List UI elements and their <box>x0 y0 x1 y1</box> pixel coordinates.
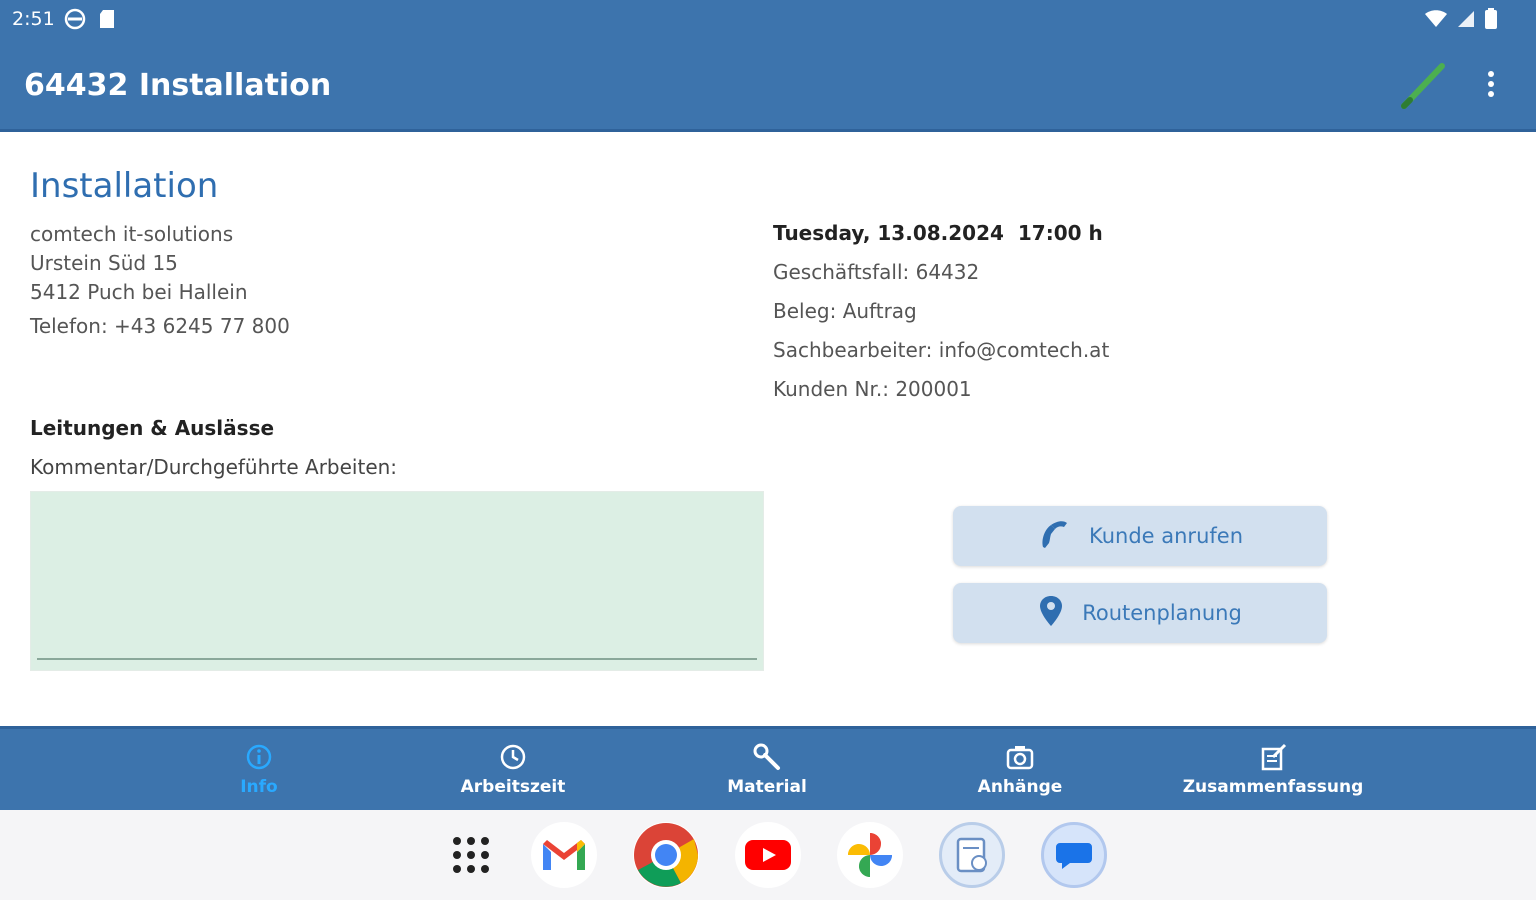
call-customer-label: Kunde anrufen <box>1088 524 1243 548</box>
order-heading: Installation <box>30 166 219 206</box>
tab-anhaenge[interactable]: Anhänge <box>910 743 1130 797</box>
comment-input[interactable] <box>30 491 764 671</box>
customer-address: comtech it-solutions Urstein Süd 15 5412… <box>30 220 248 307</box>
address-line: 5412 Puch bei Hallein <box>30 280 248 304</box>
tab-label: Anhänge <box>977 777 1063 797</box>
call-customer-button[interactable]: Kunde anrufen <box>953 506 1327 566</box>
route-planning-button[interactable]: Routenplanung <box>953 583 1327 643</box>
status-bar: 2:51 <box>0 0 1536 40</box>
tab-label: Zusammenfassung <box>1182 777 1364 797</box>
files-icon[interactable] <box>939 822 1005 888</box>
address-line: Urstein Süd 15 <box>30 251 178 275</box>
tab-label: Material <box>727 777 807 797</box>
location-pin-icon <box>1038 594 1064 633</box>
tab-label: Info <box>240 777 278 797</box>
sync-icon <box>64 8 86 34</box>
messages-icon[interactable] <box>1041 822 1107 888</box>
comment-underline <box>37 658 757 660</box>
wrench-icon <box>753 743 781 771</box>
order-date-value: Tuesday, 13.08.2024 <box>773 221 1004 245</box>
bottom-navigation: Info Arbeitszeit Material Anhänge Zusamm… <box>0 726 1536 810</box>
overflow-menu-icon[interactable] <box>1476 66 1506 106</box>
youtube-icon[interactable] <box>735 822 801 888</box>
doc-value: Auftrag <box>842 299 917 323</box>
battery-icon <box>1484 8 1498 34</box>
signal-icon <box>1456 9 1476 33</box>
tab-label: Arbeitszeit <box>460 777 566 797</box>
phone-value: +43 6245 77 800 <box>114 314 290 338</box>
agent-row: Sachbearbeiter: info@comtech.at <box>773 337 1109 376</box>
tab-arbeitszeit[interactable]: Arbeitszeit <box>403 743 623 797</box>
sd-card-icon <box>98 9 116 33</box>
case-value: 64432 <box>915 260 980 284</box>
photos-icon[interactable] <box>837 822 903 888</box>
app-drawer-icon[interactable] <box>438 822 504 888</box>
phone-icon <box>1037 517 1071 556</box>
status-time: 2:51 <box>12 8 55 30</box>
doc-label: Beleg: <box>773 299 837 323</box>
address-line: comtech it-solutions <box>30 222 234 246</box>
order-date: Tuesday, 13.08.2024 17:00 h <box>773 220 1109 259</box>
customer-number-value: 200001 <box>895 377 972 401</box>
camera-icon <box>1006 743 1034 771</box>
page-title: 64432 Installation <box>24 68 332 103</box>
case-label: Geschäftsfall: <box>773 260 910 284</box>
app-bar: 64432 Installation <box>0 40 1536 132</box>
agent-value: info@comtech.at <box>938 338 1110 362</box>
order-details: Tuesday, 13.08.2024 17:00 h Geschäftsfal… <box>773 220 1109 415</box>
phone-label: Telefon: <box>30 314 108 338</box>
customer-number-label: Kunden Nr.: <box>773 377 889 401</box>
edit-pencil-icon[interactable] <box>1396 60 1450 114</box>
agent-label: Sachbearbeiter: <box>773 338 933 362</box>
tab-info[interactable]: Info <box>149 743 369 797</box>
app-dock <box>0 810 1536 900</box>
clock-icon <box>499 743 527 771</box>
case-row: Geschäftsfall: 64432 <box>773 259 1109 298</box>
info-content: Installation comtech it-solutions Urstei… <box>0 132 1536 726</box>
chrome-icon[interactable] <box>633 822 699 888</box>
section-title: Leitungen & Auslässe <box>30 416 275 440</box>
wifi-icon <box>1424 9 1448 33</box>
doc-row: Beleg: Auftrag <box>773 298 1109 337</box>
customer-number-row: Kunden Nr.: 200001 <box>773 376 1109 415</box>
customer-phone: Telefon: +43 6245 77 800 <box>30 314 290 338</box>
tab-material[interactable]: Material <box>657 743 877 797</box>
info-icon <box>245 743 273 771</box>
order-time-value: 17:00 h <box>1017 221 1103 245</box>
gmail-icon[interactable] <box>531 822 597 888</box>
comment-label: Kommentar/Durchgeführte Arbeiten: <box>30 455 398 479</box>
summary-icon <box>1259 743 1287 771</box>
route-planning-label: Routenplanung <box>1082 601 1242 625</box>
tab-zusammenfassung[interactable]: Zusammenfassung <box>1163 743 1383 797</box>
